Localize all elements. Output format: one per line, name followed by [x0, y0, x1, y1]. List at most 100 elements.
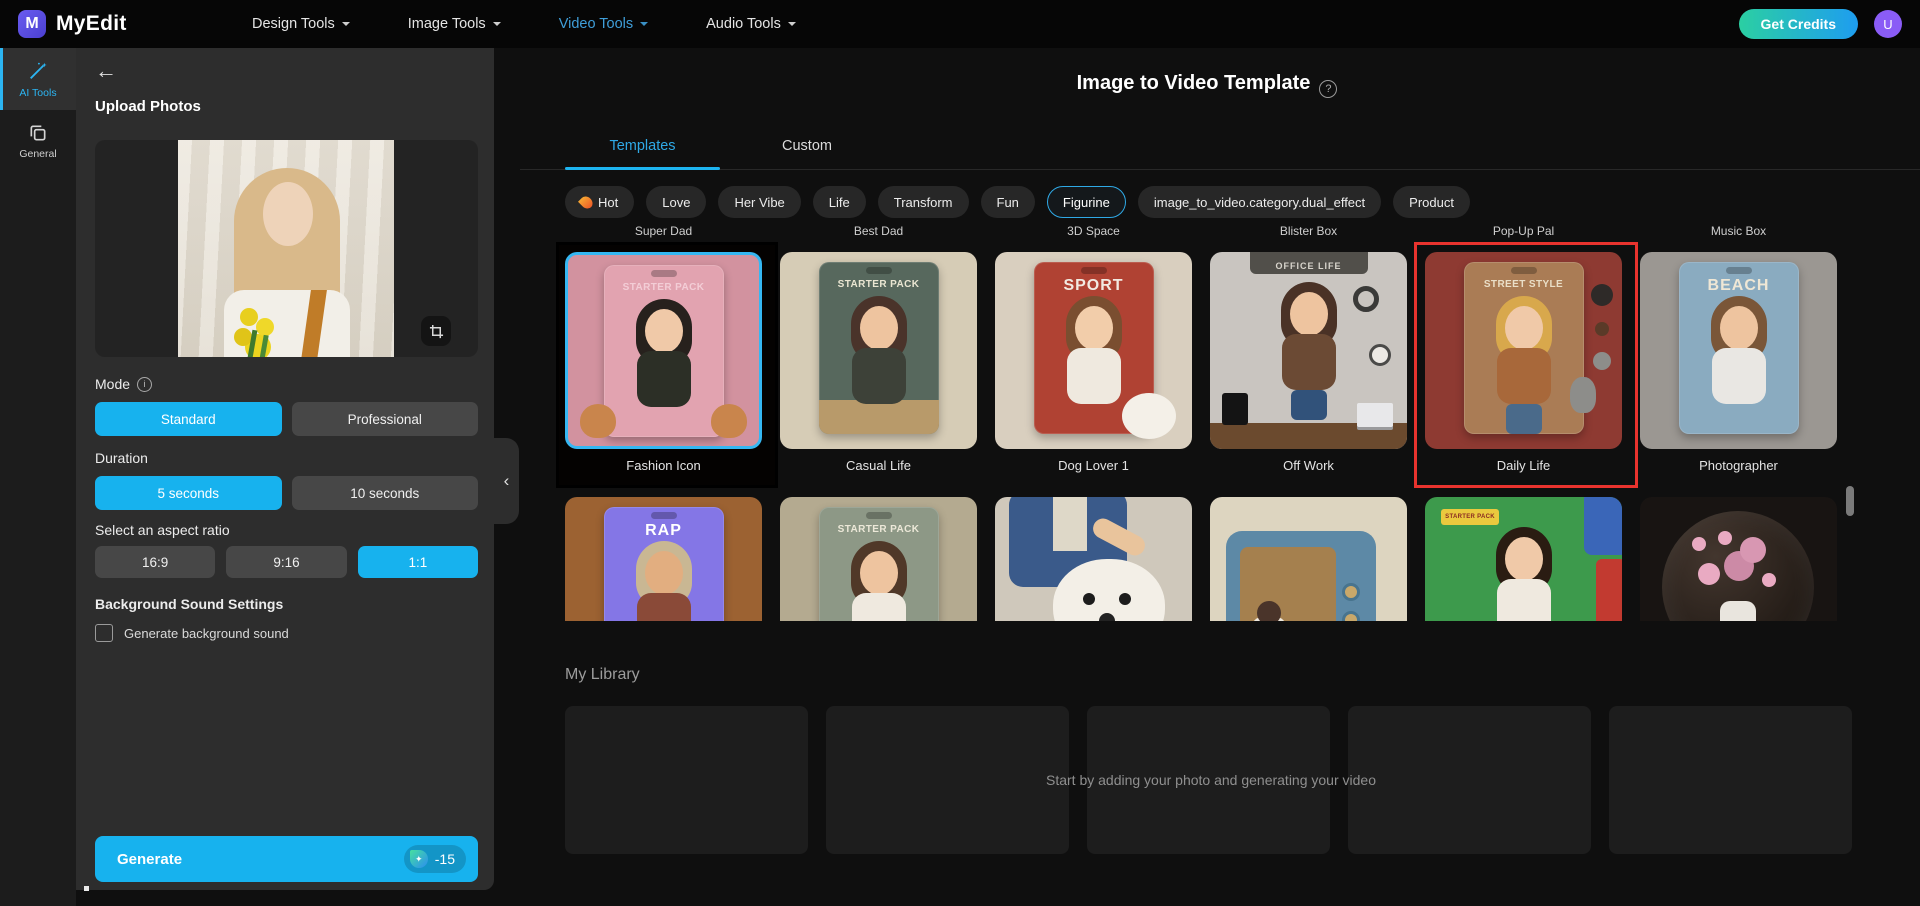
template-card[interactable]: STARTER PACK	[780, 497, 977, 621]
grid-scrollbar-thumb[interactable]	[1846, 486, 1854, 516]
nav-audio-tools[interactable]: Audio Tools	[706, 16, 796, 32]
template-card[interactable]	[995, 497, 1192, 621]
credit-cost-value: -15	[435, 851, 455, 867]
template-grid-row2: RAPSTARTER PACKSTARTER PACK	[565, 497, 1837, 621]
template-card[interactable]	[1210, 497, 1407, 621]
uploaded-photo	[178, 140, 394, 357]
crop-icon	[429, 324, 444, 339]
top-navbar: M MyEdit Design Tools Image Tools Video To…	[0, 0, 1920, 48]
nav-image-tools[interactable]: Image Tools	[408, 16, 501, 32]
template-grid-row1: STARTER PACKSTARTER PACKSPORTOFFICE LIFE…	[565, 252, 1837, 449]
chevron-down-icon	[493, 22, 501, 26]
help-icon[interactable]: ?	[1319, 80, 1337, 98]
template-card-fashion-icon[interactable]: STARTER PACK	[565, 252, 762, 449]
panel-collapse-handle[interactable]: ‹	[494, 438, 519, 524]
tabs-divider	[520, 169, 1920, 170]
nav-label: Image Tools	[408, 16, 486, 32]
template-card-dog-lover-1[interactable]: SPORT	[995, 252, 1192, 449]
copy-squares-icon	[28, 123, 48, 143]
back-button[interactable]: ←	[95, 60, 117, 82]
aspect-option-1-1[interactable]: 1:1	[358, 546, 478, 578]
template-card-daily-life[interactable]: STREET STYLE	[1425, 252, 1622, 449]
template-card-label: 3D Space	[995, 224, 1192, 238]
aspect-option-9-16[interactable]: 9:16	[226, 546, 346, 578]
aspect-option-16-9[interactable]: 16:9	[95, 546, 215, 578]
chip-label: Her Vibe	[734, 195, 784, 210]
template-card-label: Pop-Up Pal	[1425, 224, 1622, 238]
template-card-label: Fashion Icon	[565, 458, 762, 473]
template-card-label: Best Dad	[780, 224, 977, 238]
category-chip-image-to-video-category-dual-effect[interactable]: image_to_video.category.dual_effect	[1138, 186, 1381, 218]
category-chips: Hot Love Her Vibe Life Transform Fun Figurine i…	[565, 186, 1470, 218]
magic-wand-icon	[27, 60, 49, 82]
sidebar-item-general[interactable]: General	[0, 110, 76, 172]
mode-info-icon[interactable]: i	[137, 377, 152, 392]
chip-label: image_to_video.category.dual_effect	[1154, 195, 1365, 210]
duration-option-10-seconds[interactable]: 10 seconds	[292, 476, 479, 510]
tab-templates[interactable]: Templates	[565, 138, 720, 154]
template-card[interactable]	[1640, 497, 1837, 621]
previous-row-labels: Super Dad Best Dad 3D Space Blister Box Pop-…	[565, 224, 1837, 238]
mode-row: Mode i	[95, 376, 152, 392]
mode-option-professional[interactable]: Professional	[292, 402, 479, 436]
tab-custom[interactable]: Custom	[742, 138, 872, 154]
chevron-down-icon	[788, 22, 796, 26]
page-title: Image to Video Template	[1077, 72, 1311, 94]
template-card-off-work[interactable]: OFFICE LIFE	[1210, 252, 1407, 449]
my-library-heading: My Library	[565, 666, 640, 684]
chip-label: Product	[1409, 195, 1454, 210]
generate-button[interactable]: Generate ✦ -15	[95, 836, 478, 882]
category-chip-her-vibe[interactable]: Her Vibe	[718, 186, 800, 218]
category-chip-fun[interactable]: Fun	[981, 186, 1035, 218]
credit-drop-icon: ✦	[410, 850, 428, 868]
page-title-row: Image to Video Template?	[494, 72, 1920, 98]
template-card-label: Daily Life	[1425, 458, 1622, 473]
active-tab-underline	[565, 167, 720, 170]
myedit-logo-icon: M	[18, 10, 46, 38]
duration-option-5-seconds[interactable]: 5 seconds	[95, 476, 282, 510]
user-avatar[interactable]: U	[1874, 10, 1902, 38]
header-right: Get Credits U	[1739, 0, 1902, 48]
chip-label: Life	[829, 195, 850, 210]
category-chip-product[interactable]: Product	[1393, 186, 1470, 218]
nav-video-tools[interactable]: Video Tools	[559, 16, 648, 32]
template-card[interactable]: STARTER PACK	[1425, 497, 1622, 621]
nav-design-tools[interactable]: Design Tools	[252, 16, 350, 32]
template-card-photographer[interactable]: BEACH	[1640, 252, 1837, 449]
library-empty-text: Start by adding your photo and generatin…	[565, 772, 1857, 788]
category-chip-love[interactable]: Love	[646, 186, 706, 218]
category-chip-figurine[interactable]: Figurine	[1047, 186, 1126, 218]
chip-label: Figurine	[1063, 195, 1110, 210]
generate-sound-checkbox-row[interactable]: Generate background sound	[95, 624, 289, 642]
credit-cost-chip: ✦ -15	[404, 845, 466, 873]
panel-resize-dot	[84, 886, 89, 891]
template-card-casual-life[interactable]: STARTER PACK	[780, 252, 977, 449]
photo-preview[interactable]	[95, 140, 478, 357]
myedit-logo[interactable]: M MyEdit	[18, 10, 127, 38]
category-chip-hot[interactable]: Hot	[565, 186, 634, 218]
crop-button[interactable]	[421, 316, 451, 346]
category-chip-transform[interactable]: Transform	[878, 186, 969, 218]
tool-rail: AI Tools General	[0, 48, 76, 906]
aspect-ratio-label: Select an aspect ratio	[95, 522, 230, 538]
template-card-label: Casual Life	[780, 458, 977, 473]
nav-label: Video Tools	[559, 16, 633, 32]
sidebar-item-label: AI Tools	[19, 87, 56, 99]
template-card[interactable]: RAP	[565, 497, 762, 621]
template-grid-row1-labels: Fashion IconCasual LifeDog Lover 1Off Wo…	[565, 458, 1837, 473]
template-card-label: Blister Box	[1210, 224, 1407, 238]
aspect-ratio-options: 16:9 9:16 1:1	[95, 546, 478, 578]
generate-sound-checkbox[interactable]	[95, 624, 113, 642]
myedit-app: M MyEdit Design Tools Image Tools Video To…	[0, 0, 1920, 906]
chip-label: Transform	[894, 195, 953, 210]
chip-label: Love	[662, 195, 690, 210]
mode-option-standard[interactable]: Standard	[95, 402, 282, 436]
generate-label: Generate	[117, 851, 182, 868]
chevron-down-icon	[342, 22, 350, 26]
mode-label: Mode	[95, 376, 130, 392]
template-card-label: Photographer	[1640, 458, 1837, 473]
sidebar-item-ai-tools[interactable]: AI Tools	[0, 48, 76, 110]
template-card-label: Super Dad	[565, 224, 762, 238]
get-credits-button[interactable]: Get Credits	[1739, 9, 1858, 39]
category-chip-life[interactable]: Life	[813, 186, 866, 218]
